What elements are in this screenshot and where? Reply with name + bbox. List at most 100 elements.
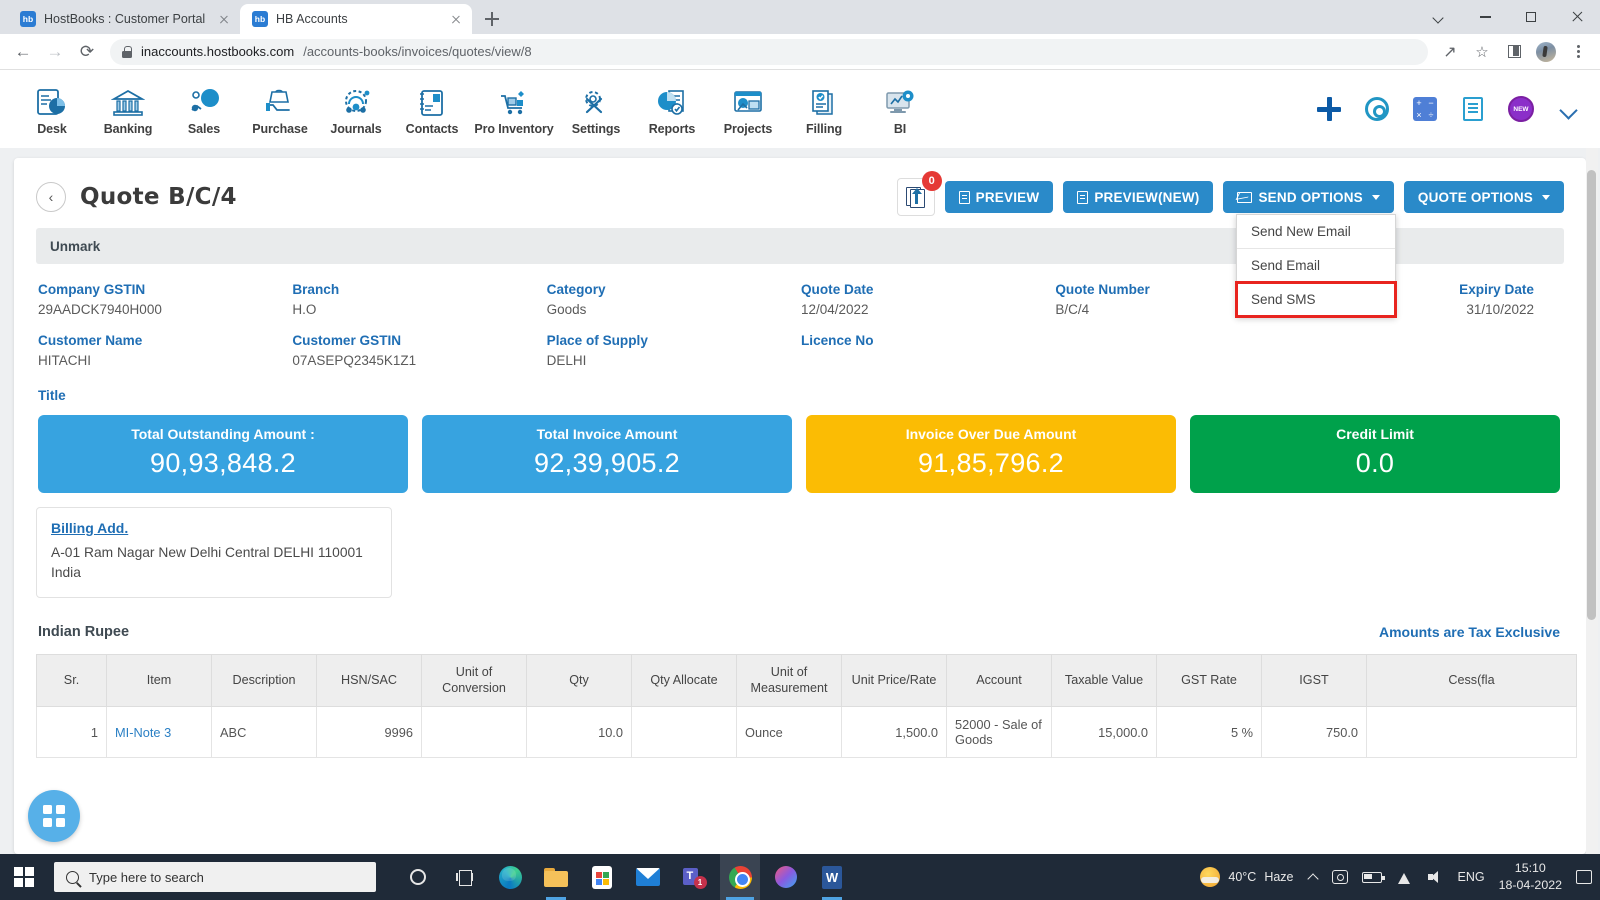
cortana-icon[interactable]: [398, 854, 438, 900]
menu-item-send-sms[interactable]: Send SMS: [1235, 281, 1397, 318]
field-value: HITACHI: [38, 353, 91, 368]
new-tab-button[interactable]: [478, 5, 506, 33]
back-button[interactable]: ‹: [36, 182, 66, 212]
menu-item-send-new-email[interactable]: Send New Email: [1237, 215, 1395, 249]
tab-search-button[interactable]: [1416, 0, 1462, 34]
field-label: Company GSTIN: [38, 282, 146, 297]
line-items-table: Sr. Item Description HSN/SAC Unit of Con…: [36, 653, 1577, 759]
lock-icon: [122, 46, 132, 58]
address-bar[interactable]: inaccounts.hostbooks.com/accounts-books/…: [110, 38, 1428, 65]
nav-item-bi[interactable]: BI: [862, 82, 938, 136]
nav-item-purchase[interactable]: Purchase: [242, 82, 318, 136]
taskbar-search-input[interactable]: Type here to search: [54, 862, 376, 892]
nav-item-pro-inventory[interactable]: Pro Inventory: [470, 82, 558, 136]
col-hsn-sac: HSN/SAC: [316, 653, 422, 708]
send-options-button[interactable]: SEND OPTIONS: [1223, 181, 1394, 213]
chrome-menu-icon[interactable]: [1564, 38, 1592, 66]
volume-icon[interactable]: [1427, 870, 1444, 884]
task-view-icon[interactable]: [444, 854, 484, 900]
notes-icon[interactable]: [1460, 96, 1486, 122]
teams-icon[interactable]: 1: [674, 854, 714, 900]
show-hidden-icons-icon[interactable]: [1308, 872, 1318, 882]
new-badge-icon[interactable]: NEW: [1508, 96, 1534, 122]
gear-icon[interactable]: [1364, 96, 1390, 122]
nav-item-banking[interactable]: Banking: [90, 82, 166, 136]
wifi-icon[interactable]: [1396, 871, 1414, 884]
clock[interactable]: 15:10 18-04-2022: [1499, 860, 1562, 893]
nav-item-journals[interactable]: Journals: [318, 82, 394, 136]
quote-options-button[interactable]: QUOTE OPTIONS: [1403, 181, 1564, 213]
back-button[interactable]: ←: [8, 37, 38, 67]
nav-item-sales[interactable]: Sales: [166, 82, 242, 136]
nav-item-projects[interactable]: Projects: [710, 82, 786, 136]
nav-item-contacts[interactable]: Contacts: [394, 82, 470, 136]
preview-button[interactable]: PREVIEW: [944, 181, 1054, 213]
app-nav-right-icons: + − × ÷ NEW: [1316, 96, 1582, 122]
billing-address-title[interactable]: Billing Add.: [51, 520, 377, 536]
avatar[interactable]: [1532, 38, 1560, 66]
card-label: Total Invoice Amount: [536, 426, 678, 442]
attachments-button[interactable]: 0: [896, 171, 942, 216]
microsoft-store-icon[interactable]: [582, 854, 622, 900]
sidepanel-icon[interactable]: [1500, 38, 1528, 66]
paint3d-icon[interactable]: [766, 854, 806, 900]
field-label: Customer Name: [38, 333, 143, 348]
plus-icon[interactable]: [1316, 96, 1342, 122]
chrome-icon[interactable]: [720, 854, 760, 900]
nav-item-filling[interactable]: Filling: [786, 82, 862, 136]
file-explorer-icon[interactable]: [536, 854, 576, 900]
cell-unit-price: 1,500.0: [841, 706, 947, 759]
nav-item-settings[interactable]: Settings: [558, 82, 634, 136]
sales-icon: [186, 86, 222, 119]
edge-icon[interactable]: [490, 854, 530, 900]
nav-item-desk[interactable]: Desk: [14, 82, 90, 136]
menu-item-send-email[interactable]: Send Email: [1237, 249, 1395, 283]
page-scrollbar[interactable]: [1586, 148, 1598, 854]
start-button[interactable]: [0, 854, 48, 900]
contacts-icon: [414, 86, 450, 119]
nav-item-reports[interactable]: Reports: [634, 82, 710, 136]
preview-button-label: PREVIEW: [975, 189, 1040, 205]
apps-fab-button[interactable]: [28, 790, 80, 842]
browser-tab-1[interactable]: hb HostBooks : Customer Portal: [8, 4, 240, 34]
mail-icon[interactable]: [628, 854, 668, 900]
chevron-down-icon[interactable]: [1556, 96, 1582, 122]
billing-address-box: Billing Add. A-01 Ram Nagar New Delhi Ce…: [36, 507, 392, 598]
calculator-icon[interactable]: + − × ÷: [1412, 96, 1438, 122]
battery-icon[interactable]: [1361, 871, 1385, 883]
close-window-button[interactable]: [1554, 0, 1600, 34]
scrollbar-thumb[interactable]: [1587, 170, 1596, 620]
field-label: Customer GSTIN: [292, 333, 402, 348]
maximize-button[interactable]: [1508, 0, 1554, 34]
cell-item[interactable]: MI-Note 3: [106, 706, 212, 759]
card-value: 91,85,796.2: [918, 448, 1064, 478]
preview-new-button[interactable]: PREVIEW(NEW): [1063, 181, 1214, 213]
bookmark-star-icon[interactable]: ☆: [1468, 38, 1496, 66]
forward-button[interactable]: →: [40, 37, 70, 67]
notifications-icon[interactable]: [1576, 870, 1592, 884]
field-customer-gstin: Customer GSTIN 07ASEPQ2345K1Z1: [292, 333, 546, 368]
nav-label: Settings: [571, 122, 621, 136]
field-value: 29AADCK7940H000: [38, 302, 162, 317]
weather-widget[interactable]: 40°C Haze: [1200, 867, 1294, 887]
close-icon[interactable]: [448, 11, 464, 27]
reload-button[interactable]: ⟳: [72, 37, 102, 67]
billing-address-line2: India: [51, 565, 81, 580]
app-navigation-bar: Desk Banking Sales Purchase Journals Con…: [0, 70, 1600, 148]
field-company-gstin: Company GSTIN 29AADCK7940H000: [38, 282, 292, 317]
minimize-button[interactable]: [1462, 0, 1508, 34]
card-invoice-overdue: Invoice Over Due Amount 91,85,796.2: [806, 415, 1176, 493]
language-indicator[interactable]: ENG: [1458, 870, 1485, 884]
word-icon[interactable]: W: [812, 854, 852, 900]
table-header-row: Sr. Item Description HSN/SAC Unit of Con…: [36, 653, 1577, 708]
page-body: ‹ Quote B/C/4 0 PREVIEW PREVIEW(NEW) SEN…: [0, 148, 1600, 854]
camera-icon[interactable]: [1331, 870, 1348, 884]
share-icon[interactable]: ↗: [1436, 38, 1464, 66]
browser-tab-2[interactable]: hb HB Accounts: [240, 4, 472, 34]
field-label: Category: [546, 282, 606, 297]
nav-label: BI: [893, 122, 907, 136]
col-sr: Sr.: [36, 653, 107, 708]
col-item: Item: [106, 653, 212, 708]
close-icon[interactable]: [216, 11, 232, 27]
caret-down-icon: [1542, 194, 1550, 200]
